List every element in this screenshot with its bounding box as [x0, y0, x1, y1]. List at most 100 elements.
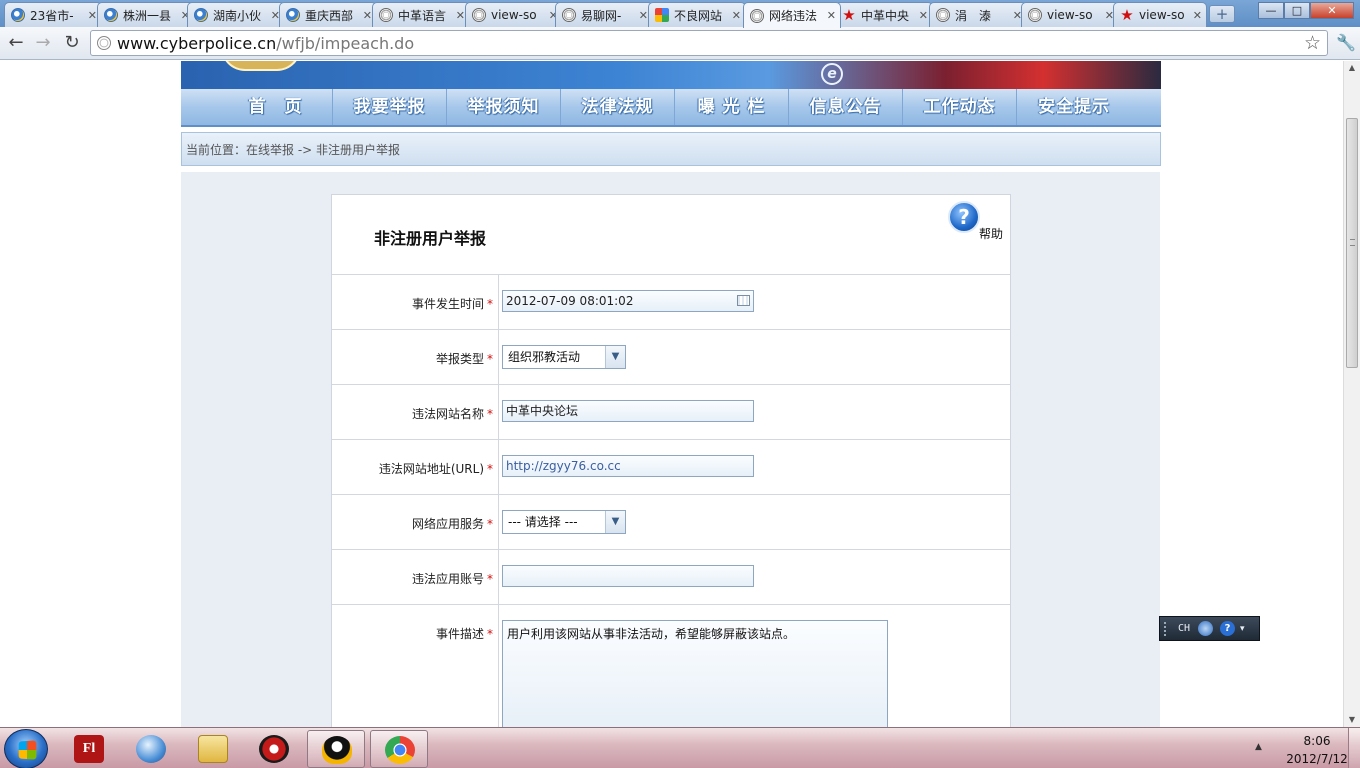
- required-mark: *: [487, 627, 493, 641]
- calendar-icon[interactable]: [737, 295, 750, 306]
- tab-close-icon[interactable]: ✕: [919, 9, 928, 22]
- form-row-service: 网络应用服务 * --- 请选择 --- ▼: [332, 494, 1010, 549]
- forward-arrow-icon: →: [35, 32, 51, 53]
- nav-report[interactable]: 我要举报: [333, 89, 447, 125]
- required-mark: *: [487, 517, 493, 531]
- taskbar-network-app[interactable]: [122, 730, 180, 768]
- taskbar-qq[interactable]: [307, 730, 365, 768]
- ime-help-icon[interactable]: ?: [1220, 621, 1236, 636]
- main-nav: 首 页 我要举报 举报须知 法律法规 曝 光 栏 信息公告 工作动态 安全提示: [181, 89, 1161, 127]
- google-icon: [655, 8, 669, 22]
- browser-tab[interactable]: 株洲一县 ✕: [97, 2, 195, 27]
- ime-language-bar[interactable]: CH ? ▾: [1159, 616, 1260, 641]
- form-title: 非注册用户举报: [374, 229, 487, 248]
- window-controls: — □ ✕: [1258, 2, 1354, 19]
- media-player-icon: [259, 735, 289, 763]
- bookmark-star-icon[interactable]: ☆: [1304, 32, 1321, 54]
- chevron-down-icon[interactable]: ▼: [605, 346, 625, 368]
- form-row-description: 事件描述 * 用户利用该网站从事非法活动，希望能够屏蔽该站点。: [332, 604, 1010, 727]
- browser-tab[interactable]: 中革语言 ✕: [372, 2, 470, 27]
- red-star-icon: ★: [842, 6, 856, 24]
- tab-close-icon[interactable]: ✕: [732, 9, 741, 22]
- ime-language-label[interactable]: CH: [1178, 623, 1190, 634]
- maximize-button[interactable]: □: [1284, 2, 1310, 19]
- help-icon[interactable]: ?: [948, 201, 980, 233]
- nav-laws[interactable]: 法律法规: [561, 89, 675, 125]
- tab-close-icon[interactable]: ✕: [1193, 9, 1202, 22]
- nav-announcements[interactable]: 信息公告: [789, 89, 903, 125]
- chevron-down-icon[interactable]: ▼: [605, 511, 625, 533]
- form-row-site-url: 违法网站地址(URL) * http://zgyy76.co.cc: [332, 439, 1010, 494]
- breadcrumb: 当前位置：在线举报 -> 非注册用户举报: [181, 132, 1161, 166]
- tray-show-hidden-icon[interactable]: ▲: [1255, 742, 1262, 752]
- tab-close-icon[interactable]: ✕: [827, 9, 836, 22]
- browser-tab[interactable]: 不良网站 ✕: [648, 2, 746, 27]
- page-scrollbar[interactable]: ▲ ▼: [1343, 61, 1360, 727]
- tab-close-icon[interactable]: ✕: [363, 9, 372, 22]
- browser-tab[interactable]: 重庆西部 ✕: [279, 2, 377, 27]
- service-select[interactable]: --- 请选择 --- ▼: [502, 510, 626, 534]
- help-button[interactable]: ? 帮助: [948, 201, 1003, 241]
- browser-tab[interactable]: view-so ✕: [1021, 2, 1119, 27]
- report-type-select[interactable]: 组织邪教活动 ▼: [502, 345, 626, 369]
- nav-home[interactable]: 首 页: [219, 89, 333, 125]
- scroll-thumb[interactable]: [1346, 118, 1358, 368]
- ime-minimize-icon[interactable]: ▾: [1240, 624, 1245, 634]
- taskbar-flash[interactable]: Fl: [60, 730, 118, 768]
- browser-tab[interactable]: view-so ✕: [465, 2, 563, 27]
- browser-toolbar: ← → ↻ www.cyberpolice.cn/wfjb/impeach.do…: [0, 27, 1360, 60]
- forward-button[interactable]: →: [31, 32, 55, 56]
- clock-date[interactable]: 2012/7/12: [1283, 752, 1351, 766]
- nav-work-news[interactable]: 工作动态: [903, 89, 1017, 125]
- new-tab-button[interactable]: +: [1209, 5, 1235, 23]
- browser-tab-active[interactable]: 网络违法 ✕: [743, 2, 841, 28]
- taskbar-explorer[interactable]: [184, 730, 242, 768]
- wrench-menu-icon[interactable]: 🔧: [1335, 31, 1357, 55]
- back-button[interactable]: ←: [4, 32, 28, 56]
- account-input[interactable]: [502, 565, 754, 587]
- show-desktop-button[interactable]: [1348, 728, 1360, 768]
- address-bar[interactable]: www.cyberpolice.cn/wfjb/impeach.do ☆: [90, 30, 1328, 56]
- browser-tab[interactable]: 涓 溙 ✕: [929, 2, 1027, 27]
- scroll-down-arrow-icon[interactable]: ▼: [1344, 713, 1360, 727]
- required-mark: *: [487, 572, 493, 586]
- browser-tab[interactable]: 23省市- ✕: [4, 2, 102, 27]
- site-url-input[interactable]: http://zgyy76.co.cc: [502, 455, 754, 477]
- site-name-input[interactable]: 中革中央论坛: [502, 400, 754, 422]
- taskbar-chrome[interactable]: [370, 730, 428, 768]
- nav-security-tips[interactable]: 安全提示: [1017, 89, 1131, 125]
- tab-close-icon[interactable]: ✕: [456, 9, 465, 22]
- event-time-input[interactable]: 2012-07-09 08:01:02: [502, 290, 754, 312]
- field-label: 违法应用账号: [411, 572, 484, 586]
- ime-grip[interactable]: [1164, 621, 1170, 636]
- help-label[interactable]: 帮助: [979, 225, 1003, 242]
- browser-tab[interactable]: 易聊网- ✕: [555, 2, 653, 27]
- qq-penguin-icon: [322, 736, 352, 764]
- report-form: 非注册用户举报 ? 帮助 事件发生时间 * 2012-07-09 08:01:02…: [331, 194, 1011, 727]
- nav-exposure[interactable]: 曝 光 栏: [675, 89, 789, 125]
- ime-input-method-icon[interactable]: [1198, 621, 1214, 636]
- nav-report-notes[interactable]: 举报须知: [447, 89, 561, 125]
- start-button[interactable]: [4, 729, 48, 768]
- ie-icon: [11, 8, 25, 22]
- browser-tab[interactable]: ★ view-so ✕: [1113, 2, 1207, 27]
- tab-close-icon[interactable]: ✕: [639, 9, 648, 22]
- taskbar-media-player[interactable]: [245, 730, 303, 768]
- tab-close-icon[interactable]: ✕: [88, 9, 97, 22]
- reload-button[interactable]: ↻: [60, 32, 84, 56]
- clock-time[interactable]: 8:06: [1283, 734, 1351, 748]
- red-star-icon: ★: [1120, 6, 1134, 24]
- required-mark: *: [487, 352, 493, 366]
- close-window-button[interactable]: ✕: [1310, 2, 1354, 19]
- system-tray: ▲ 8:06 2012/7/12: [1253, 728, 1360, 768]
- scroll-up-arrow-icon[interactable]: ▲: [1344, 61, 1360, 75]
- browser-tab[interactable]: ★ 中革中央 ✕: [835, 2, 933, 27]
- network-app-icon: [136, 735, 166, 763]
- globe-icon: [750, 8, 764, 23]
- browser-tab[interactable]: 湖南小伙 ✕: [187, 2, 285, 27]
- minimize-button[interactable]: —: [1258, 2, 1284, 19]
- field-label: 网络应用服务: [411, 517, 484, 531]
- reload-icon: ↻: [64, 32, 80, 53]
- description-textarea[interactable]: 用户利用该网站从事非法活动，希望能够屏蔽该站点。: [502, 620, 888, 727]
- flash-icon: Fl: [74, 735, 104, 763]
